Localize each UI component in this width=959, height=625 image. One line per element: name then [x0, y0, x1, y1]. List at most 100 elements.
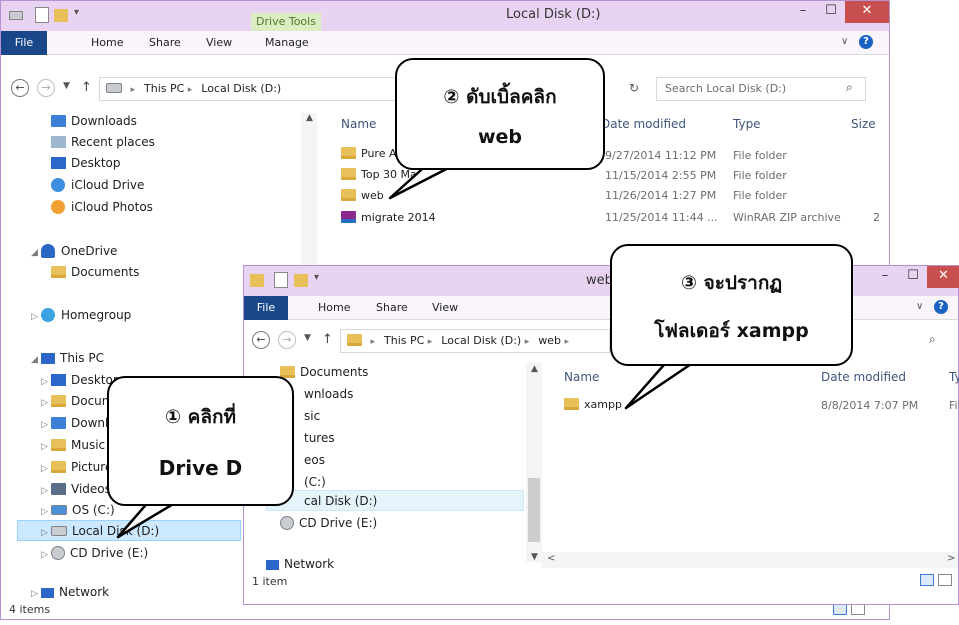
up-arrow-icon[interactable]: ↑	[81, 80, 92, 95]
nav-this-pc[interactable]: ◢ This PC	[31, 348, 104, 368]
nav-network[interactable]: ▷ Network	[31, 585, 109, 599]
breadcrumb-local-disk[interactable]: Local Disk (D:)	[201, 82, 281, 95]
nav-pc-music[interactable]: ▷ Music	[41, 435, 105, 455]
nav-documents[interactable]: Documents	[280, 362, 368, 382]
tab-file[interactable]: File	[1, 31, 47, 55]
address-bar[interactable]: ▸ This PC ▸ Local Disk (D:)	[99, 77, 399, 101]
column-name[interactable]: Name	[564, 370, 599, 384]
file-row-type: File folder	[733, 149, 787, 162]
nav-onedrive-documents[interactable]: Documents	[51, 262, 139, 282]
search-icon[interactable]: ⌕	[846, 80, 853, 95]
search-input[interactable]: Search Local Disk (D:)	[656, 77, 866, 101]
desktop-icon	[51, 157, 66, 169]
breadcrumb-this-pc[interactable]: This PC	[384, 334, 424, 347]
nav-videos[interactable]: eos	[304, 450, 325, 470]
nav-local-disk-d[interactable]: cal Disk (D:)	[304, 491, 377, 511]
ribbon-expand-icon[interactable]: ∨	[916, 301, 923, 312]
maximize-button[interactable]: ☐	[899, 266, 927, 288]
scroll-up-icon[interactable]: ▲	[531, 364, 538, 374]
nav-pc-videos[interactable]: ▷ Videos	[41, 479, 111, 499]
qat-dropdown-icon[interactable]: ▾	[74, 7, 79, 18]
column-size[interactable]: Size	[851, 117, 876, 131]
nav-homegroup[interactable]: ▷ Homegroup	[31, 305, 131, 325]
scroll-down-icon[interactable]: ▼	[531, 552, 538, 562]
nav-os-c[interactable]: (C:)	[304, 472, 326, 492]
minimize-button[interactable]: –	[871, 266, 899, 288]
nav-downloads[interactable]: wnloads	[304, 384, 353, 404]
nav-icloud-photos[interactable]: iCloud Photos	[51, 197, 153, 217]
forward-arrow-icon[interactable]: →	[37, 79, 55, 97]
address-bar[interactable]: ▸ This PC ▸ Local Disk (D:) ▸ web ▸	[340, 329, 610, 353]
tab-view[interactable]: View	[432, 296, 458, 320]
column-date-modified[interactable]: Date modified	[821, 370, 906, 384]
qat-folder-icon[interactable]	[250, 274, 264, 287]
close-button[interactable]: ✕	[927, 266, 959, 288]
qat-new-folder-icon[interactable]	[54, 9, 68, 22]
qat-drive-icon[interactable]	[9, 11, 23, 20]
breadcrumb-local-disk[interactable]: Local Disk (D:)	[441, 334, 521, 347]
nav-scrollbar-thumb[interactable]	[528, 478, 540, 542]
minimize-button[interactable]: –	[789, 1, 817, 23]
file-row-name-web[interactable]: web	[341, 189, 384, 202]
column-type[interactable]: Ty	[949, 370, 959, 384]
large-icons-view-icon[interactable]	[938, 574, 952, 586]
nav-music[interactable]: sic	[304, 406, 320, 426]
back-title-bar: ▾ Drive Tools Local Disk (D:) – ☐ ✕	[1, 1, 889, 31]
column-type[interactable]: Type	[733, 117, 761, 131]
nav-recent-places[interactable]: Recent places	[51, 132, 155, 152]
tab-share[interactable]: Share	[376, 296, 408, 320]
help-icon[interactable]: ?	[934, 300, 948, 314]
nav-downloads[interactable]: Downloads	[51, 111, 137, 131]
ribbon-expand-icon[interactable]: ∨	[841, 36, 848, 47]
horizontal-scrollbar[interactable]	[542, 552, 958, 568]
tab-home[interactable]: Home	[318, 296, 350, 320]
qat-new-folder-icon[interactable]	[294, 274, 308, 287]
qat-properties-icon[interactable]	[35, 7, 49, 23]
nav-pc-os-c[interactable]: ▷ OS (C:)	[41, 500, 115, 520]
file-row-name-xampp[interactable]: xampp	[564, 398, 622, 411]
file-row-name[interactable]: Top 30 Ma	[341, 168, 417, 181]
tab-manage[interactable]: Manage	[265, 31, 309, 55]
help-icon[interactable]: ?	[859, 35, 873, 49]
tab-file[interactable]: File	[244, 296, 288, 320]
expand-chevron-icon[interactable]: ◢	[31, 350, 41, 370]
qat-dropdown-icon[interactable]: ▾	[314, 272, 319, 283]
back-arrow-icon[interactable]: ←	[252, 331, 270, 349]
file-row-name[interactable]: Pure A	[341, 147, 396, 160]
drive-tools-context-tab[interactable]: Drive Tools	[251, 13, 321, 31]
recent-places-icon	[51, 136, 66, 148]
details-view-icon[interactable]	[920, 574, 934, 586]
nav-pictures[interactable]: tures	[304, 428, 335, 448]
refresh-icon[interactable]: ↻	[629, 81, 639, 95]
nav-cd-drive-e[interactable]: CD Drive (E:)	[280, 513, 377, 533]
tab-view[interactable]: View	[206, 31, 232, 55]
cd-drive-icon	[51, 546, 65, 560]
nav-onedrive[interactable]: ◢ OneDrive	[31, 241, 117, 261]
nav-pc-cd-drive-e[interactable]: ▷ CD Drive (E:)	[41, 543, 148, 563]
column-name[interactable]: Name	[341, 117, 376, 131]
recent-locations-icon[interactable]: ▼	[63, 81, 70, 91]
back-arrow-icon[interactable]: ←	[11, 79, 29, 97]
close-button[interactable]: ✕	[845, 1, 889, 23]
maximize-button[interactable]: ☐	[817, 1, 845, 23]
breadcrumb-this-pc[interactable]: This PC	[144, 82, 184, 95]
tab-home[interactable]: Home	[91, 31, 123, 55]
nav-network[interactable]: Network	[266, 554, 334, 574]
breadcrumb-web[interactable]: web	[538, 334, 561, 347]
nav-icloud-drive[interactable]: iCloud Drive	[51, 175, 144, 195]
expand-chevron-icon[interactable]: ◢	[31, 243, 41, 263]
recent-locations-icon[interactable]: ▼	[304, 333, 311, 343]
nav-pc-local-disk-d[interactable]: ▷ Local Disk (D:)	[41, 521, 159, 541]
up-arrow-icon[interactable]: ↑	[322, 332, 333, 347]
forward-arrow-icon[interactable]: →	[278, 331, 296, 349]
nav-desktop[interactable]: Desktop	[51, 153, 121, 173]
tab-share[interactable]: Share	[149, 31, 181, 55]
expand-chevron-icon[interactable]: ▷	[31, 307, 41, 327]
scroll-right-icon[interactable]: >	[947, 553, 955, 564]
qat-properties-icon[interactable]	[274, 272, 288, 288]
search-icon[interactable]: ⌕	[929, 332, 936, 347]
file-row-name[interactable]: migrate 2014	[341, 211, 436, 224]
scroll-up-icon[interactable]: ▲	[306, 113, 313, 123]
column-date-modified[interactable]: Date modified	[601, 117, 686, 131]
scroll-left-icon[interactable]: <	[547, 553, 555, 564]
